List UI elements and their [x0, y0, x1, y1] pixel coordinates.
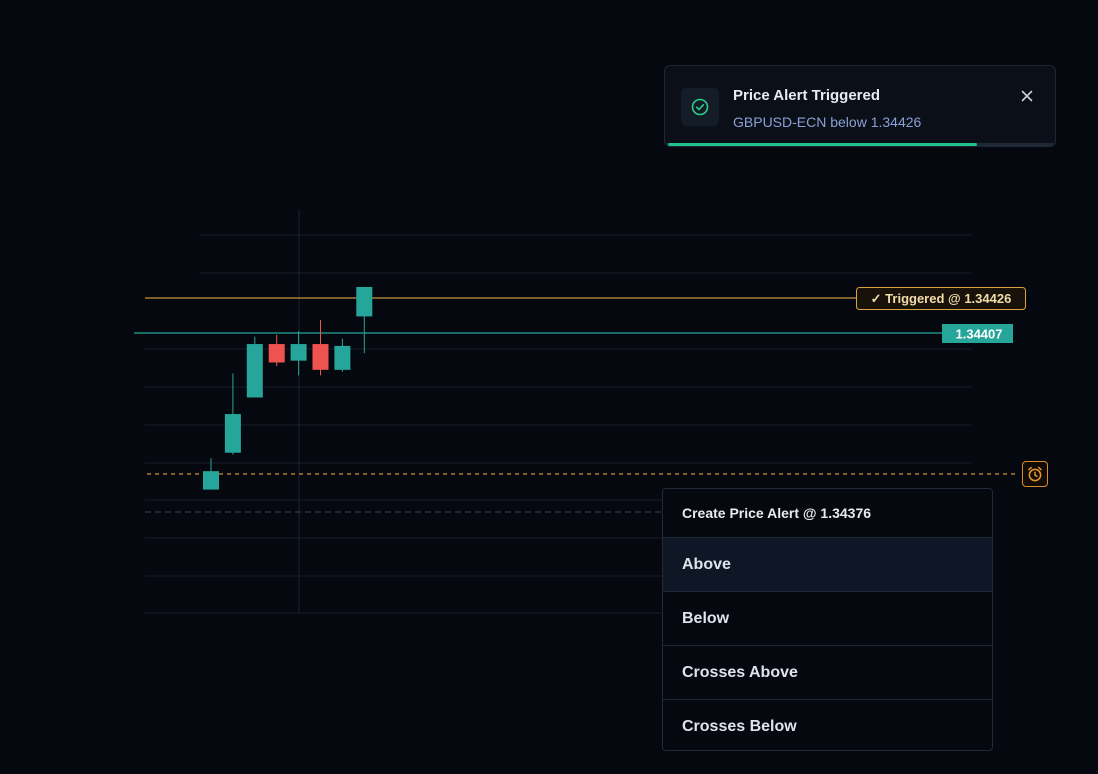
- create-alert-button[interactable]: [1022, 461, 1048, 487]
- candle-down: [312, 344, 329, 370]
- candle-up: [334, 345, 351, 370]
- price-alert-notification: Price Alert Triggered GBPUSD-ECN below 1…: [664, 65, 1056, 147]
- current-price-tag: 1.34407: [942, 324, 1013, 343]
- menu-item-crosses-above[interactable]: Crosses Above: [663, 646, 992, 700]
- triggered-price-tag: ✓ Triggered @ 1.34426: [856, 287, 1026, 310]
- candle-up: [203, 471, 219, 490]
- notification-title: Price Alert Triggered: [733, 87, 880, 104]
- notification-progress-bar: [668, 143, 977, 146]
- candle-up: [224, 414, 241, 453]
- check-circle-icon: [681, 88, 719, 126]
- alarm-clock-icon: [1028, 466, 1042, 482]
- menu-item-below[interactable]: Below: [663, 592, 992, 646]
- close-icon[interactable]: [1019, 88, 1035, 104]
- menu-item-crosses-below[interactable]: Crosses Below: [663, 700, 992, 750]
- notification-message: GBPUSD-ECN below 1.34426: [733, 114, 922, 130]
- candle-up: [246, 344, 263, 398]
- candles-group: [203, 286, 373, 490]
- current-price-label: 1.34407: [956, 327, 1003, 342]
- candle-up: [356, 286, 373, 317]
- notification-progress-track: [665, 143, 1055, 146]
- candle-down: [268, 344, 285, 363]
- candle-up: [290, 344, 307, 361]
- menu-item-above[interactable]: Above: [663, 538, 992, 592]
- price-alert-menu: Create Price Alert @ 1.34376 Above Below…: [662, 488, 993, 751]
- menu-title: Create Price Alert @ 1.34376: [663, 489, 992, 538]
- triggered-price-label: ✓ Triggered @ 1.34426: [871, 291, 1012, 306]
